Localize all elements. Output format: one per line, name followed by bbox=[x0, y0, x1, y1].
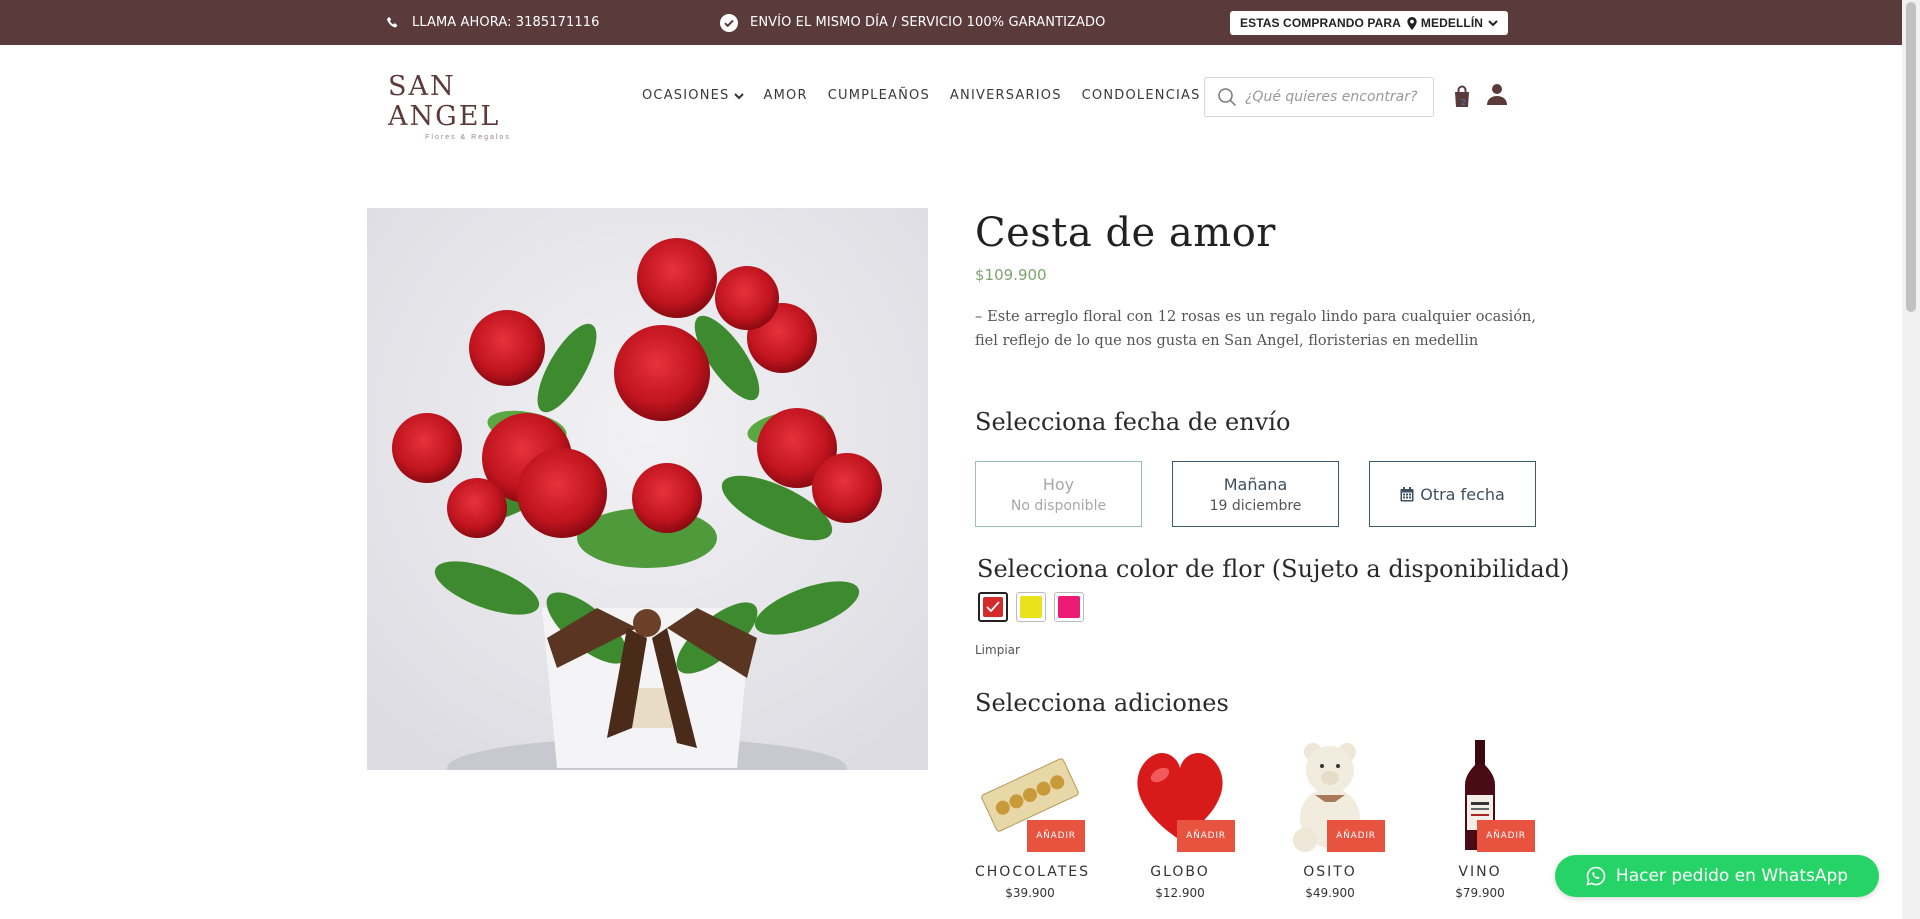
shipping-label: ENVÍO EL MISMO DÍA / SERVICIO 100% GARAN… bbox=[750, 15, 1106, 30]
swatch-fill bbox=[983, 597, 1003, 617]
addon-name: CHOCOLATES bbox=[975, 864, 1091, 880]
swatch-fill bbox=[1058, 596, 1080, 618]
date-option-today[interactable]: Hoy No disponible bbox=[975, 461, 1142, 527]
cart-count: 2 bbox=[1461, 98, 1466, 107]
addon-price: $39.900 bbox=[1005, 886, 1055, 900]
phone-label: LLAMA AHORA: 3185171116 bbox=[412, 15, 600, 30]
add-globo-button[interactable]: AÑADIR bbox=[1177, 820, 1235, 852]
logo-text: SAN ANGEL bbox=[388, 71, 501, 132]
addon-name: OSITO bbox=[1303, 864, 1357, 880]
product-price: $109.900 bbox=[975, 266, 1047, 284]
color-swatch-pink[interactable] bbox=[1054, 592, 1084, 622]
addon-price: $79.900 bbox=[1455, 886, 1505, 900]
color-swatch-yellow[interactable] bbox=[1016, 592, 1046, 622]
date-option-label: Otra fecha bbox=[1420, 484, 1505, 504]
color-swatch-red[interactable] bbox=[978, 592, 1008, 622]
city-name: MEDELLÍN bbox=[1420, 16, 1484, 30]
shipping-info: ENVÍO EL MISMO DÍA / SERVICIO 100% GARAN… bbox=[720, 0, 1105, 45]
search-icon bbox=[1218, 88, 1237, 107]
add-osito-button[interactable]: AÑADIR bbox=[1327, 820, 1385, 852]
date-option-sub: No disponible bbox=[1010, 497, 1107, 514]
check-icon bbox=[986, 601, 1000, 613]
main-nav: OCASIONES AMOR CUMPLEAÑOS ANIVERSARIOS C… bbox=[642, 88, 1221, 103]
location-pin-icon bbox=[1407, 16, 1417, 30]
call-now[interactable]: LLAMA AHORA: 3185171116 bbox=[386, 0, 600, 45]
product-image[interactable] bbox=[367, 208, 928, 770]
addon-price: $12.900 bbox=[1155, 886, 1205, 900]
addons-heading: Selecciona adiciones bbox=[975, 689, 1229, 717]
city-selector[interactable]: ESTAS COMPRANDO PARA MEDELLÍN bbox=[1230, 11, 1509, 35]
nav-item-condolencias[interactable]: CONDOLENCIAS bbox=[1082, 88, 1201, 103]
nav-item-cumpleanos[interactable]: CUMPLEAÑOS bbox=[828, 88, 930, 103]
addon-name: GLOBO bbox=[1150, 864, 1210, 880]
swatch-fill bbox=[1020, 596, 1042, 618]
nav-item-ocasiones[interactable]: OCASIONES bbox=[642, 88, 744, 103]
clear-selection-link[interactable]: Limpiar bbox=[975, 643, 1020, 657]
phone-icon bbox=[386, 16, 398, 27]
city-prefix: ESTAS COMPRANDO PARA bbox=[1240, 16, 1401, 30]
search-box bbox=[1204, 77, 1434, 117]
logo[interactable]: SAN ANGEL Flores & Regalos bbox=[388, 71, 558, 142]
nav-item-aniversarios[interactable]: ANIVERSARIOS bbox=[950, 88, 1062, 103]
check-circle-icon bbox=[720, 13, 738, 32]
addon-price: $49.900 bbox=[1305, 886, 1355, 900]
date-option-label: Hoy bbox=[1042, 474, 1075, 494]
chevron-down-icon bbox=[1488, 20, 1498, 27]
top-bar: LLAMA AHORA: 3185171116 ENVÍO EL MISMO D… bbox=[0, 0, 1902, 45]
date-option-other[interactable]: Otra fecha bbox=[1369, 461, 1536, 527]
add-vino-button[interactable]: AÑADIR bbox=[1477, 820, 1535, 852]
nav-item-amor[interactable]: AMOR bbox=[764, 88, 808, 103]
product-description: – Este arreglo floral con 12 rosas es un… bbox=[975, 309, 1536, 349]
date-option-sub: 19 diciembre bbox=[1209, 497, 1302, 514]
user-icon[interactable] bbox=[1487, 83, 1507, 105]
date-option-label: Mañana bbox=[1223, 474, 1288, 494]
whatsapp-label: Hacer pedido en WhatsApp bbox=[1615, 866, 1849, 886]
nav-label: OCASIONES bbox=[642, 88, 730, 103]
chevron-down-icon bbox=[733, 92, 744, 99]
scrollbar-thumb[interactable] bbox=[1906, 2, 1916, 312]
whatsapp-order-button[interactable]: Hacer pedido en WhatsApp bbox=[1555, 855, 1879, 897]
shipping-date-heading: Selecciona fecha de envío bbox=[975, 408, 1291, 436]
flower-arrangement-illustration bbox=[367, 208, 928, 770]
flower-color-heading: Selecciona color de flor (Sujeto a dispo… bbox=[977, 555, 1570, 583]
date-option-tomorrow[interactable]: Mañana 19 diciembre bbox=[1172, 461, 1339, 527]
product-title: Cesta de amor bbox=[975, 210, 1276, 256]
page-scrollbar[interactable] bbox=[1902, 0, 1920, 919]
whatsapp-icon bbox=[1586, 866, 1606, 886]
addon-name: VINO bbox=[1458, 864, 1502, 880]
search-input[interactable] bbox=[1245, 89, 1425, 105]
logo-subtitle: Flores & Regalos bbox=[425, 134, 511, 141]
add-chocolates-button[interactable]: AÑADIR bbox=[1027, 820, 1085, 852]
calendar-icon bbox=[1400, 486, 1414, 501]
